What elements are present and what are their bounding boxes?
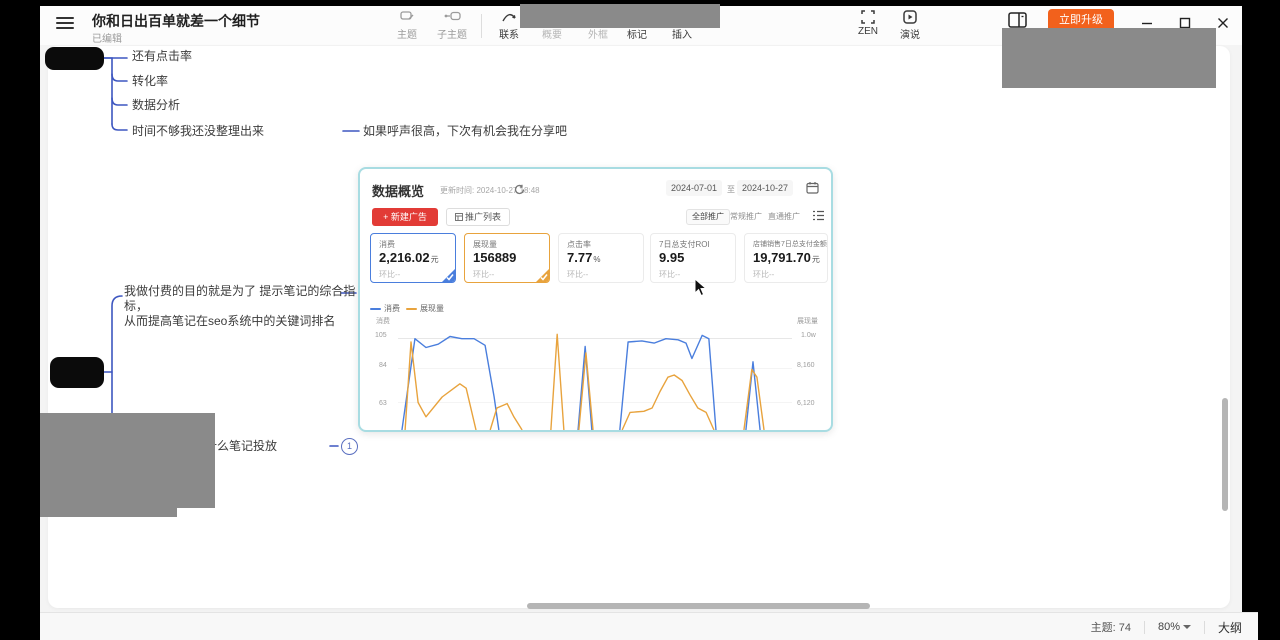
filter-tab-direct: 直通推广 xyxy=(768,211,800,222)
check-icon xyxy=(446,273,454,281)
date-end-field: 2024-10-27 xyxy=(737,180,793,196)
legend-item-spend: 消费 xyxy=(370,303,400,314)
metric-card-pay-amount: 店铺销售7日总支付金额 19,791.70元 环比-- xyxy=(744,233,828,283)
redaction-box-toolbar xyxy=(520,4,720,28)
map-node-conversion[interactable]: 转化率 xyxy=(132,74,168,89)
statusbar: 主题: 74 80% 大纲 xyxy=(40,612,1258,640)
map-node-no-time[interactable]: 时间不够我还没整理出来 xyxy=(132,124,264,139)
date-separator: 至 xyxy=(727,184,735,195)
right-axis-title: 展现量 xyxy=(797,316,818,326)
legend-item-impressions: 展现量 xyxy=(406,303,444,314)
vertical-scrollbar[interactable] xyxy=(1222,398,1228,511)
redaction-box-bottom-left xyxy=(40,413,215,508)
metric-card-roi: 7日总支付ROI 9.95 环比-- xyxy=(650,233,736,283)
left-tick: 84 xyxy=(379,362,387,369)
right-tick: 8,160 xyxy=(797,362,815,369)
metric-card-impressions: 展现量 156889 环比-- xyxy=(464,233,550,283)
horizontal-scrollbar[interactable] xyxy=(527,603,870,609)
zoom-control[interactable]: 80% xyxy=(1158,621,1191,633)
left-tick: 63 xyxy=(379,400,387,407)
chevron-down-icon xyxy=(1183,625,1191,629)
map-node-floating-note[interactable]: 如果呼声很高，下次有机会我在分享吧 xyxy=(363,124,567,139)
check-icon xyxy=(540,273,548,281)
list-grid-icon xyxy=(455,213,463,221)
promo-list-button: 推广列表 xyxy=(446,208,510,226)
right-tick: 6,120 xyxy=(797,400,815,407)
left-tick: 105 xyxy=(375,332,387,339)
refresh-icon xyxy=(514,182,525,200)
right-tick: 1.0w xyxy=(801,332,816,339)
topic-count: 主题: 74 xyxy=(1091,619,1131,635)
statusbar-divider xyxy=(1144,621,1145,634)
redaction-box-bottom-left-step xyxy=(40,508,177,517)
filter-tab-regular: 常规推广 xyxy=(730,211,762,222)
legend-dash-orange xyxy=(406,308,417,310)
metric-card-ctr: 点击率 7.77% 环比-- xyxy=(558,233,644,283)
left-axis-title: 消费 xyxy=(376,316,390,326)
map-node-note-placement[interactable]: 什么笔记投放 xyxy=(205,439,277,454)
new-ad-button: + 新建广告 xyxy=(372,208,438,226)
calendar-icon xyxy=(806,181,819,199)
mouse-cursor xyxy=(694,278,708,297)
date-start-field: 2024-07-01 xyxy=(666,180,722,196)
metrics-chart xyxy=(398,320,792,430)
map-node-ctr[interactable]: 还有点击率 xyxy=(132,49,192,64)
redacted-root-node-2[interactable] xyxy=(50,357,104,388)
list-view-icon xyxy=(812,209,825,227)
dashboard-title: 数据概览 xyxy=(372,181,424,200)
outline-button[interactable]: 大纲 xyxy=(1218,619,1242,636)
statusbar-divider xyxy=(1204,621,1205,634)
redaction-box-top-right xyxy=(1002,28,1216,88)
legend-dash-blue xyxy=(370,308,381,310)
filter-tab-all: 全部推广 xyxy=(686,209,730,225)
dashboard-image[interactable]: 数据概览 更新时间: 2024-10-27 18:48 2024-07-01 至… xyxy=(358,167,833,432)
collapsed-count-badge[interactable]: 1 xyxy=(341,438,358,455)
app-window: 你和日出百单就差一个细节 已编辑 主题 子主题 联系 概要 外框 xyxy=(0,0,1280,640)
map-node-pay-purpose[interactable]: 我做付费的目的就是为了 提示笔记的综合指标， 从而提高笔记在seo系统中的关键词… xyxy=(124,284,360,329)
redacted-root-node-1[interactable] xyxy=(45,47,104,70)
metric-card-spend: 消费 2,216.02元 环比-- xyxy=(370,233,456,283)
map-node-data-analysis[interactable]: 数据分析 xyxy=(132,98,180,113)
